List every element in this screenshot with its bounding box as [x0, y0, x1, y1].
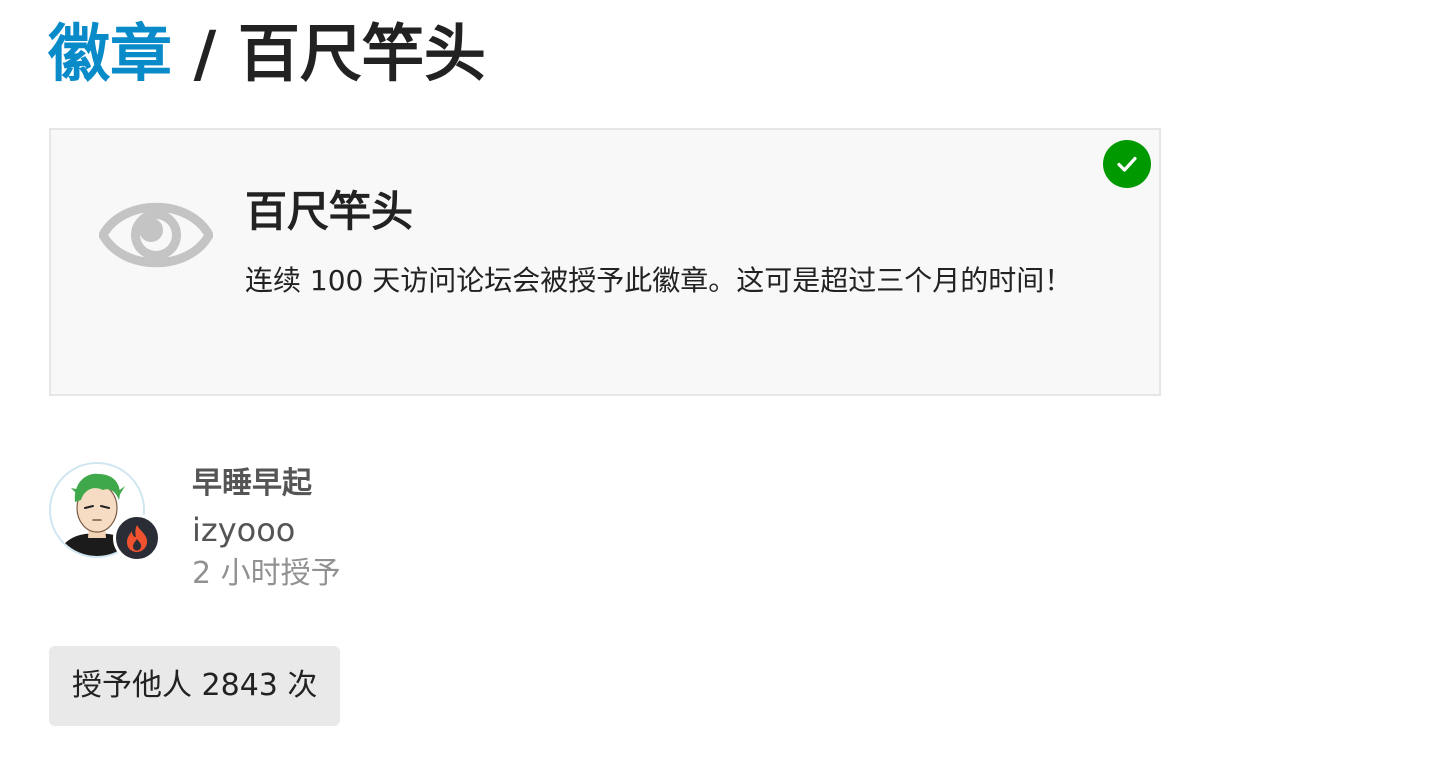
eye-icon: [98, 190, 214, 280]
badge-card: 百尺竿头 连续 100 天访问论坛会被授予此徽章。这可是超过三个月的时间！: [49, 128, 1161, 396]
page-title: 徽章 / 百尺竿头: [48, 12, 486, 96]
badge-description: 连续 100 天访问论坛会被授予此徽章。这可是超过三个月的时间！: [245, 264, 1073, 297]
grant-count-button[interactable]: 授予他人 2843 次: [49, 646, 341, 726]
username-link[interactable]: izyooo: [192, 508, 295, 552]
check-icon: [1103, 140, 1151, 188]
granted-time: 2 小时授予: [192, 556, 341, 591]
breadcrumb-separator: /: [193, 17, 217, 90]
breadcrumb-badges-link[interactable]: 徽章: [48, 17, 172, 90]
breadcrumb-current: 百尺竿头: [237, 17, 486, 90]
fire-icon: [113, 514, 161, 562]
recent-grant-user: 早睡早起 izyooo 2 小时授予: [49, 462, 649, 602]
badge-name: 百尺竿头: [245, 187, 414, 236]
user-display-name[interactable]: 早睡早起: [192, 462, 312, 506]
